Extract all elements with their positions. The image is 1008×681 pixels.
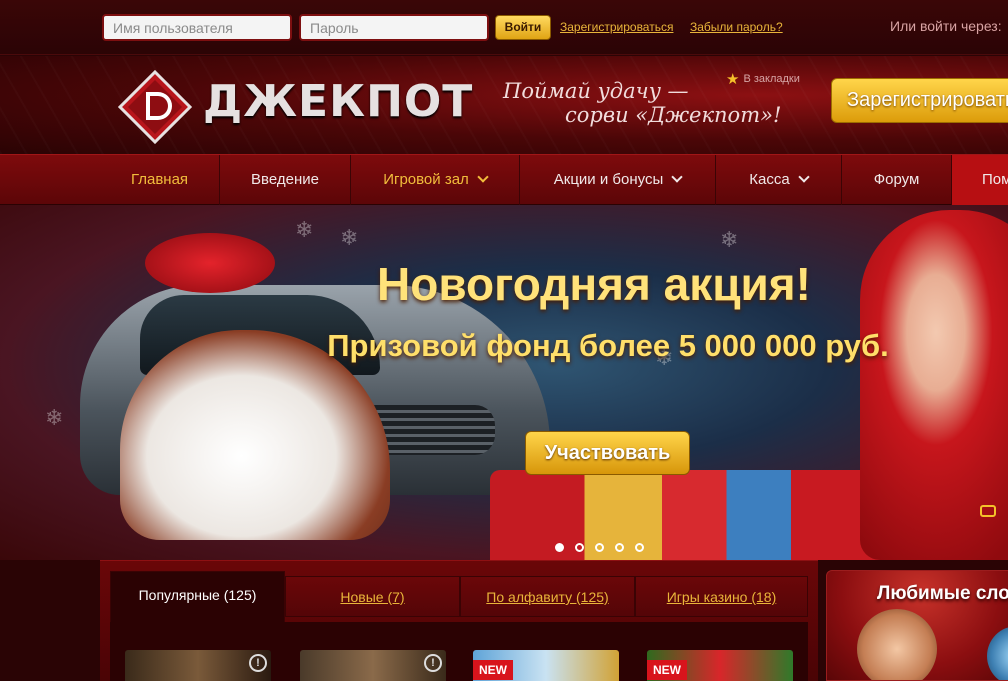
nav-item-label: Введение xyxy=(251,171,319,188)
bookmark-link[interactable]: ★ В закладки xyxy=(726,70,800,88)
snowflake-icon: ❄ xyxy=(720,227,739,252)
username-input[interactable] xyxy=(102,14,292,41)
nav-item-label: Помощь xyxy=(982,171,1008,188)
nav-item-label: Игровой зал xyxy=(383,171,469,188)
chevron-down-icon xyxy=(798,171,810,183)
tab-new[interactable]: Новые (7) xyxy=(285,576,460,617)
game-grid: ! ! NEW NEW xyxy=(110,622,808,681)
nav-item-label: Форум xyxy=(873,171,920,188)
game-thumb[interactable]: NEW xyxy=(473,650,619,681)
info-icon[interactable]: ! xyxy=(249,654,267,672)
chevron-down-icon xyxy=(671,171,683,183)
slider-dot[interactable] xyxy=(635,543,644,552)
tab-casino-games[interactable]: Игры казино (18) xyxy=(635,576,808,617)
next-slide-icon[interactable] xyxy=(980,505,996,517)
promo-banner[interactable]: ❄ ❄ ❄ ❄ ❄ ❄ Новогодняя акция! Призовой ф… xyxy=(0,205,1008,560)
slider-dots xyxy=(555,539,655,557)
slider-dot[interactable] xyxy=(615,543,624,552)
login-button[interactable]: Войти xyxy=(495,15,551,40)
game-thumb[interactable]: ! xyxy=(300,650,446,681)
snowflake-icon: ❄ xyxy=(340,225,359,250)
favorite-slots-panel[interactable]: Любимые слоты xyxy=(826,570,1008,681)
nav-item-label: Акции и бонусы xyxy=(553,171,664,188)
favorite-slots-title: Любимые слоты xyxy=(877,583,1008,604)
nav-item-intro[interactable]: Введение xyxy=(220,155,351,205)
slogan-line-1: Поймай удачу — xyxy=(503,79,689,103)
nav-item-home[interactable]: Главная xyxy=(100,155,220,205)
game-thumb[interactable]: NEW xyxy=(647,650,793,681)
snowflake-icon: ❄ xyxy=(295,217,314,242)
nav-item-label: Касса xyxy=(749,171,790,188)
nav-item-forum[interactable]: Форум xyxy=(842,155,952,205)
nav-item-promotions[interactable]: Акции и бонусы xyxy=(520,155,716,205)
tab-alphabetical[interactable]: По алфавиту (125) xyxy=(460,576,635,617)
password-input[interactable] xyxy=(299,14,489,41)
star-icon: ★ xyxy=(726,71,740,88)
slogan-line-2: сорви «Джекпот»! xyxy=(565,103,782,127)
register-link[interactable]: Зарегистрироваться xyxy=(560,20,673,34)
info-icon[interactable]: ! xyxy=(424,654,442,672)
slot-character-image xyxy=(857,609,937,680)
slider-dot[interactable] xyxy=(575,543,584,552)
participate-button[interactable]: Участвовать xyxy=(525,431,690,475)
banner-subtitle: Призовой фонд более 5 000 000 руб. xyxy=(327,328,889,363)
slider-dot[interactable] xyxy=(555,543,564,552)
banner-title: Новогодняя акция! xyxy=(377,258,811,310)
main-nav: Главная Введение Игровой зал Акции и бон… xyxy=(0,154,1008,205)
new-badge: NEW xyxy=(647,660,687,680)
slot-character-image xyxy=(987,626,1008,680)
jackpot-logo-icon[interactable] xyxy=(118,70,192,144)
nav-item-label: Главная xyxy=(130,171,189,188)
tab-popular[interactable]: Популярные (125) xyxy=(110,571,285,623)
forgot-password-link[interactable]: Забыли пароль? xyxy=(690,20,783,34)
bookmark-label: В закладки xyxy=(743,73,800,85)
site-header: ДЖЕКПОТ Поймай удачу — сорви «Джекпот»! … xyxy=(0,56,1008,154)
games-panel: Популярные (125) Новые (7) По алфавиту (… xyxy=(100,560,818,681)
slider-dot[interactable] xyxy=(595,543,604,552)
social-login-label: Или войти через: xyxy=(890,18,1002,34)
new-badge: NEW xyxy=(473,660,513,680)
nav-item-help[interactable]: Помощь xyxy=(952,155,1008,205)
nav-item-cashier[interactable]: Касса xyxy=(716,155,842,205)
logo-text: ДЖЕКПОТ xyxy=(203,76,474,127)
snowflake-icon: ❄ xyxy=(45,405,64,430)
chevron-down-icon xyxy=(477,171,489,183)
nav-item-game-hall[interactable]: Игровой зал xyxy=(351,155,520,205)
game-thumb[interactable]: ! xyxy=(125,650,271,681)
top-bar: Войти Зарегистрироваться Забыли пароль? … xyxy=(0,0,1008,55)
register-button[interactable]: Зарегистрироваться xyxy=(831,78,1008,123)
